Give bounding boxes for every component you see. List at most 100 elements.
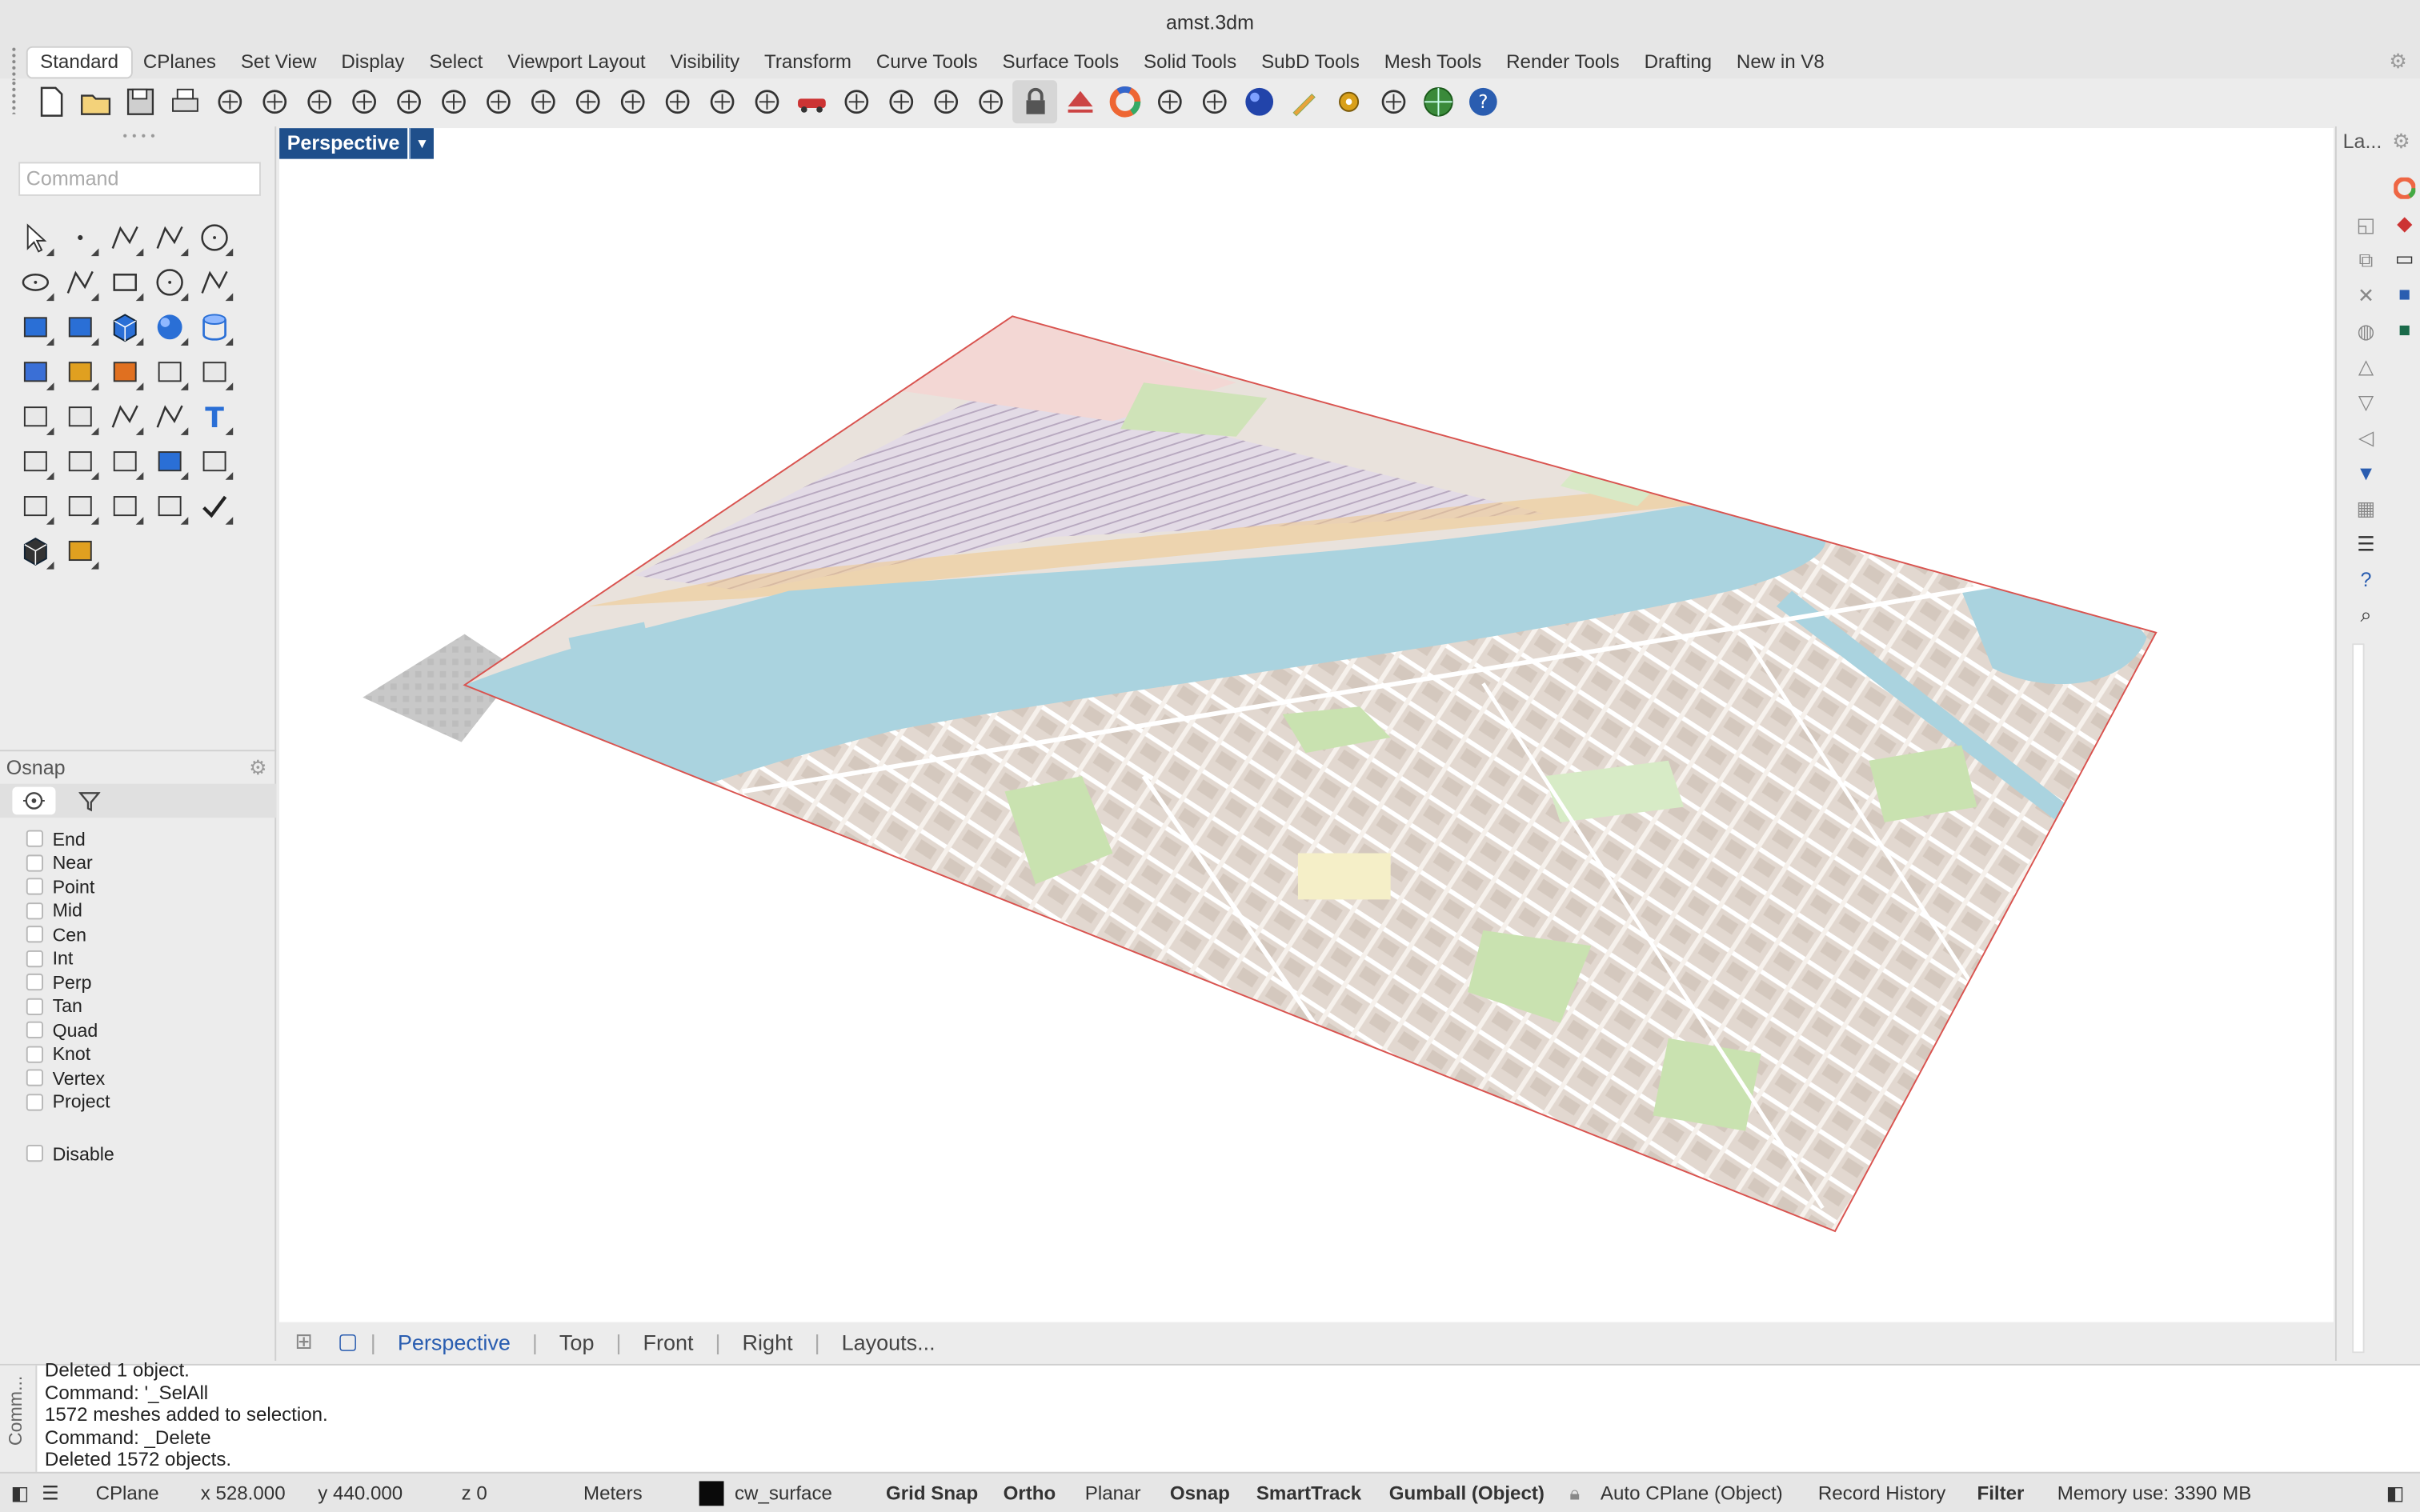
- checkbox[interactable]: [26, 878, 43, 896]
- tab-perspective[interactable]: Perspective: [376, 1329, 532, 1354]
- rotate-view-icon[interactable]: [475, 80, 520, 123]
- checkbox[interactable]: [26, 854, 43, 872]
- new-file-icon[interactable]: [28, 80, 73, 123]
- osnap-cen[interactable]: Cen: [26, 922, 110, 946]
- checkbox[interactable]: [26, 1022, 43, 1039]
- search-icon[interactable]: ⌕: [2349, 597, 2382, 632]
- tab-surface-tools[interactable]: Surface Tools: [990, 48, 1131, 78]
- circle-tool[interactable]: [191, 214, 236, 259]
- ellipse-tool[interactable]: [12, 259, 57, 304]
- menu-icon[interactable]: ☰: [2349, 526, 2382, 562]
- gumball-toggle[interactable]: Gumball (Object): [1389, 1474, 1545, 1512]
- curve-tools-icon[interactable]: [1371, 80, 1416, 123]
- cplane-origin-icon[interactable]: [878, 80, 923, 123]
- smarttrack-toggle[interactable]: SmartTrack: [1256, 1474, 1361, 1512]
- extrude-tool[interactable]: [57, 304, 102, 349]
- toolbar-grip[interactable]: [10, 46, 18, 81]
- offset-tool[interactable]: [191, 349, 236, 394]
- color-wheel-icon[interactable]: [2387, 170, 2420, 205]
- rotate-tool-tool[interactable]: [102, 438, 146, 483]
- tab-solid-tools[interactable]: Solid Tools: [1132, 48, 1249, 78]
- help-icon[interactable]: ?: [2349, 562, 2382, 597]
- checkbox[interactable]: [26, 1093, 43, 1111]
- lock-icon[interactable]: [1012, 80, 1058, 124]
- tab-front[interactable]: Front: [621, 1329, 715, 1354]
- osnap-quad[interactable]: Quad: [26, 1018, 110, 1042]
- polyline-tool[interactable]: [102, 214, 146, 259]
- light-icon[interactable]: [968, 80, 1012, 123]
- perspective-viewport[interactable]: Perspective ▼: [279, 128, 2334, 1322]
- tab-top[interactable]: Top: [538, 1329, 616, 1354]
- layers-icon[interactable]: ◆: [2387, 205, 2420, 240]
- tab-viewport-layout[interactable]: Viewport Layout: [495, 48, 658, 78]
- panel-grip[interactable]: [120, 130, 158, 141]
- new-layer-icon[interactable]: ◱: [2349, 206, 2382, 242]
- osnap-tan[interactable]: Tan: [26, 994, 110, 1018]
- help-icon[interactable]: ?: [1460, 80, 1504, 123]
- save-icon[interactable]: [118, 80, 162, 123]
- zoom-icon[interactable]: [520, 80, 565, 123]
- check-tool[interactable]: [191, 483, 236, 528]
- filter-icon[interactable]: ▼: [2349, 455, 2382, 490]
- checkbox[interactable]: [26, 998, 43, 1015]
- tab-display[interactable]: Display: [329, 48, 417, 78]
- sphere-tool[interactable]: [146, 304, 191, 349]
- layer-tools-icon[interactable]: ⧉: [2349, 242, 2382, 278]
- map-surface[interactable]: [279, 128, 2334, 1322]
- zoom-extents-icon[interactable]: [610, 80, 655, 123]
- arc-tool[interactable]: [57, 259, 102, 304]
- tab-right[interactable]: Right: [721, 1329, 815, 1354]
- mesh-sphere-icon[interactable]: [1192, 80, 1236, 123]
- rotate-icon[interactable]: [699, 80, 744, 123]
- command-input[interactable]: Command: [18, 162, 261, 196]
- named-views-icon[interactable]: ■: [2387, 312, 2420, 347]
- osnap-near[interactable]: Near: [26, 851, 110, 875]
- osnap-tab-snap[interactable]: [12, 786, 56, 815]
- single-panel-icon[interactable]: ◧: [10, 1474, 29, 1512]
- auto-cplane-toggle[interactable]: Auto CPlane (Object): [1601, 1474, 1783, 1512]
- osnap-perp[interactable]: Perp: [26, 970, 110, 994]
- paste-icon[interactable]: [341, 80, 386, 123]
- tab-subd-tools[interactable]: SubD Tools: [1249, 48, 1372, 78]
- osnap-point[interactable]: Point: [26, 874, 110, 898]
- mesh-tool[interactable]: [12, 349, 57, 394]
- checkbox[interactable]: [26, 950, 43, 967]
- tab-new-in-v8[interactable]: New in V8: [1724, 48, 1837, 78]
- checkbox[interactable]: [26, 830, 43, 848]
- cylinder-tool[interactable]: [191, 304, 236, 349]
- checkbox[interactable]: [26, 1046, 43, 1063]
- curve-tool[interactable]: [146, 214, 191, 259]
- gear-icon[interactable]: ⚙: [249, 751, 266, 785]
- pan-icon[interactable]: [431, 80, 475, 123]
- gear-settings-icon[interactable]: [1326, 80, 1371, 123]
- trim-tool[interactable]: [146, 349, 191, 394]
- delete-icon[interactable]: ✕: [2349, 278, 2382, 313]
- cut-icon[interactable]: [251, 80, 296, 123]
- status-cplane[interactable]: CPlane: [96, 1474, 159, 1512]
- osnap-disable[interactable]: Disable: [26, 1142, 114, 1166]
- osnap-knot[interactable]: Knot: [26, 1042, 110, 1066]
- osnap-mid[interactable]: Mid: [26, 898, 110, 922]
- table-icon[interactable]: ▦: [2349, 490, 2382, 526]
- panel-toggle-icon[interactable]: ◧: [2386, 1474, 2405, 1512]
- move-point-tool[interactable]: [146, 394, 191, 438]
- bake-tool[interactable]: [146, 438, 191, 483]
- checkbox[interactable]: [26, 1069, 43, 1087]
- command-panel-tab[interactable]: Comm...: [0, 1365, 38, 1474]
- zoom-window-icon[interactable]: [565, 80, 610, 123]
- layer-filter-icon[interactable]: ◍: [2349, 313, 2382, 348]
- four-viewports-icon[interactable]: ⊞: [279, 1328, 325, 1354]
- gear-icon[interactable]: ⚙: [2389, 50, 2406, 74]
- list-icon[interactable]: ☰: [42, 1474, 59, 1512]
- checkbox[interactable]: [26, 902, 43, 919]
- import-icon[interactable]: [206, 80, 251, 123]
- osnap-tab-filter[interactable]: [68, 787, 111, 815]
- scrollbar[interactable]: [2352, 643, 2365, 1354]
- display-icon[interactable]: ▭: [2387, 241, 2420, 276]
- checkbox[interactable]: [26, 1145, 43, 1162]
- wireframe-sphere-icon[interactable]: [1147, 80, 1192, 123]
- viewport-label[interactable]: Perspective: [279, 128, 408, 159]
- copy-icon[interactable]: [296, 80, 341, 123]
- four-viewports-icon[interactable]: [744, 80, 789, 123]
- select-arrow-tool[interactable]: [12, 214, 57, 259]
